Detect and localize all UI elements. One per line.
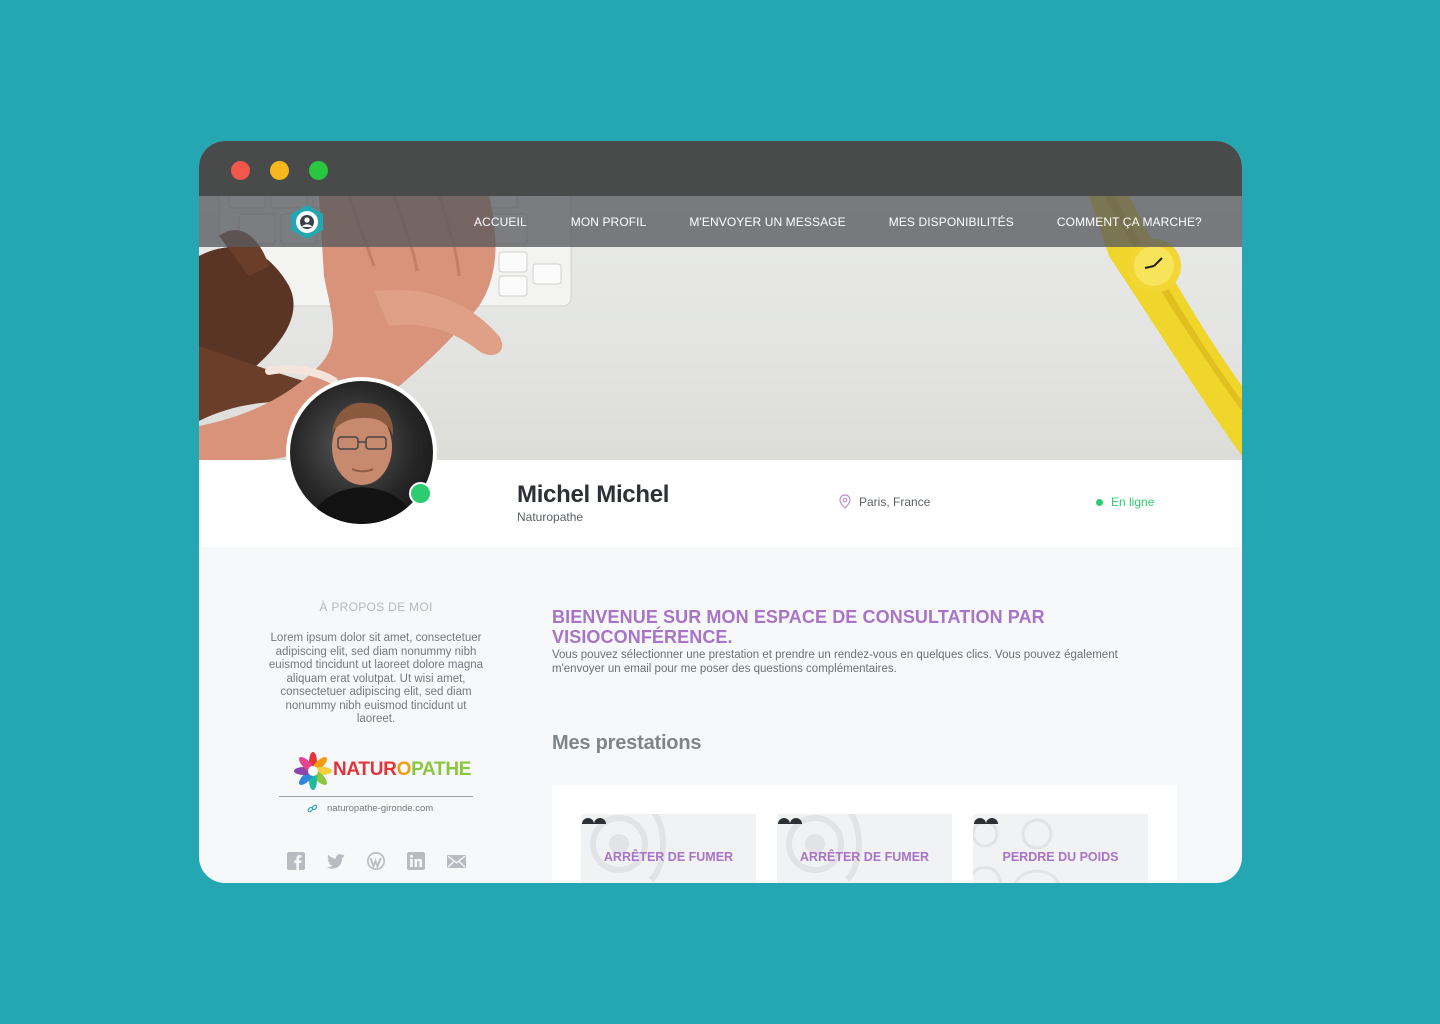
about-text: Lorem ipsum dolor sit amet, consectetuer… — [268, 632, 484, 725]
mandala-logo-icon — [294, 752, 332, 790]
service-title: ARRÊTER DE FUMER — [799, 850, 930, 864]
card-indicator-icon — [778, 818, 802, 824]
nav-link-comment-ca-marche[interactable]: COMMENT ÇA MARCHE? — [1057, 215, 1202, 229]
status-badge: En ligne — [1096, 495, 1154, 509]
service-title: ARRÊTER DE FUMER — [603, 850, 734, 864]
nav-link-disponibilites[interactable]: MES DISPONIBILITÉS — [889, 215, 1014, 229]
browser-window: ACCUEIL MON PROFIL M'ENVOYER UN MESSAGE … — [199, 141, 1242, 883]
avatar[interactable] — [286, 377, 437, 528]
mail-icon[interactable] — [446, 851, 466, 871]
linkedin-icon[interactable] — [406, 851, 426, 871]
service-title: PERDRE DU POIDS — [1002, 850, 1119, 864]
eye-watermark-icon — [590, 814, 666, 883]
facebook-icon[interactable] — [286, 851, 306, 871]
twitter-icon[interactable] — [326, 851, 346, 871]
divider — [279, 796, 473, 797]
close-window-button[interactable] — [231, 161, 250, 180]
brand-name: NATUROPATHE — [333, 759, 472, 780]
service-card[interactable]: ARRÊTER DE FUMER — [581, 814, 756, 883]
minimize-window-button[interactable] — [270, 161, 289, 180]
status-text: En ligne — [1111, 495, 1155, 509]
card-indicator-icon — [582, 818, 606, 824]
website-text: naturopathe-gironde.com — [327, 803, 434, 814]
nav-link-mon-profil[interactable]: MON PROFIL — [571, 215, 647, 229]
people-watermark-icon — [973, 818, 1061, 883]
service-card[interactable]: ARRÊTER DE FUMER — [777, 814, 952, 883]
profile-photo — [290, 381, 433, 524]
brand-logo-icon[interactable] — [288, 204, 326, 240]
location-text: Paris, France — [859, 494, 931, 509]
status-dot-icon — [1096, 498, 1103, 506]
nav-link-accueil[interactable]: ACCUEIL — [474, 215, 527, 229]
window-titlebar — [199, 141, 1242, 196]
link-icon — [307, 804, 318, 813]
about-title: À PROPOS DE MOI — [319, 600, 433, 614]
services-title: Mes prestations — [552, 732, 702, 754]
maximize-window-button[interactable] — [309, 161, 328, 180]
eye-watermark-icon — [786, 814, 862, 883]
wordpress-icon[interactable] — [366, 851, 386, 871]
top-navigation: ACCUEIL MON PROFIL M'ENVOYER UN MESSAGE … — [199, 196, 1242, 247]
nav-link-message[interactable]: M'ENVOYER UN MESSAGE — [689, 215, 845, 229]
location-pin-icon — [839, 494, 851, 509]
card-indicator-icon — [974, 818, 998, 824]
profile-location: Paris, France — [839, 494, 930, 509]
profile-job: Naturopathe — [517, 510, 584, 524]
welcome-text: Vous pouvez sélectionner une prestation … — [552, 649, 1118, 675]
social-links — [286, 851, 486, 871]
online-indicator — [409, 482, 432, 505]
website-link[interactable]: naturopathe-gironde.com — [307, 803, 433, 814]
service-card[interactable]: PERDRE DU POIDS — [973, 814, 1148, 883]
naturopathe-brand-logo[interactable]: NATUROPATHE — [293, 749, 471, 793]
profile-name: Michel Michel — [517, 481, 670, 508]
welcome-title: BIENVENUE SUR MON ESPACE DE CONSULTATION… — [552, 607, 1045, 647]
